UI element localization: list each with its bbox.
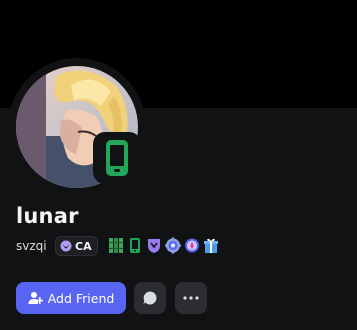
gift-badge[interactable] [203,237,219,254]
add-friend-label: Add Friend [47,290,115,306]
chat-bubble-icon [143,291,157,305]
compass-badge[interactable] [184,237,200,254]
profile-card: lunar svzqi CA Add Friend [0,0,357,330]
more-options-button[interactable] [175,282,207,314]
username[interactable]: svzqi [16,239,47,253]
guild-tag-label: CA [75,239,92,253]
mobile-badge[interactable] [127,237,143,254]
shield-badge[interactable] [146,237,162,254]
add-friend-button[interactable]: Add Friend [16,282,126,314]
stacked-books-badge[interactable] [108,237,124,254]
message-button[interactable] [134,282,166,314]
badge-row [108,237,219,254]
guild-tag[interactable]: CA [55,236,98,256]
gear-badge[interactable] [165,237,181,254]
display-name: lunar [16,204,79,228]
guild-tag-icon [60,240,72,252]
mobile-status-icon [101,139,133,177]
ellipsis-icon [183,296,199,300]
add-user-icon [28,292,43,304]
